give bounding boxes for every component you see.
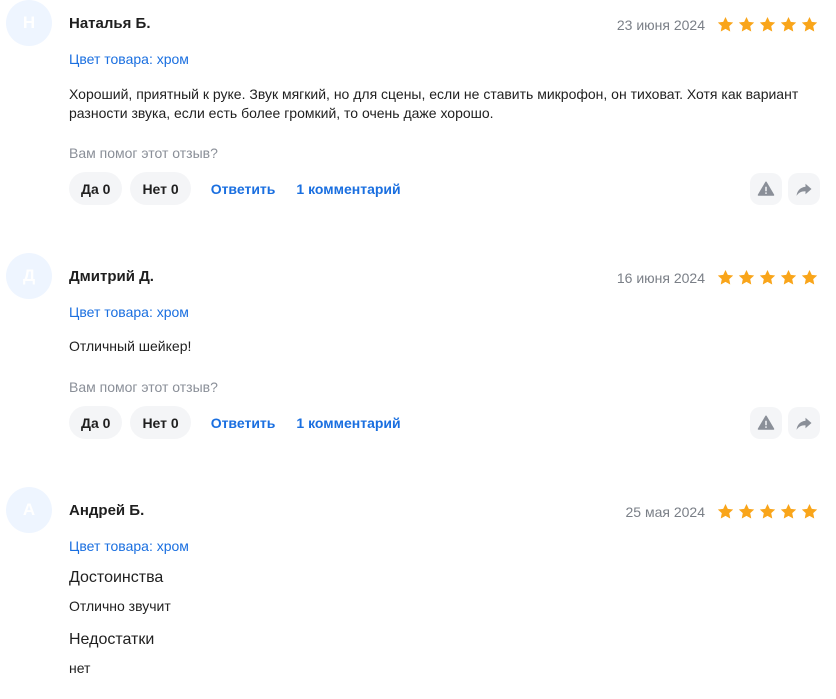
rating-stars: [716, 268, 819, 287]
star-icon: [759, 16, 776, 32]
product-color-link[interactable]: Цвет товара: хром: [69, 538, 189, 554]
star-icon: [717, 503, 734, 519]
star-icon: [717, 269, 734, 285]
star-icon: [780, 503, 797, 519]
share-icon: [796, 183, 812, 196]
avatar: Д: [6, 253, 52, 299]
star-icon: [780, 16, 797, 32]
star-icon: [759, 269, 776, 285]
product-color-link[interactable]: Цвет товара: хром: [69, 304, 189, 320]
star-icon: [717, 16, 734, 32]
share-button[interactable]: [788, 407, 820, 439]
vote-no-button[interactable]: Нет 0: [130, 406, 191, 439]
vote-no-button[interactable]: Нет 0: [130, 172, 191, 205]
cons-text: нет: [69, 660, 91, 676]
report-button[interactable]: [750, 407, 782, 439]
share-button[interactable]: [788, 173, 820, 205]
comments-link[interactable]: 1 комментарий: [296, 181, 400, 197]
report-button[interactable]: [750, 173, 782, 205]
review-text: Отличный шейкер!: [69, 338, 192, 354]
helpful-prompt: Вам помог этот отзыв?: [69, 379, 218, 395]
rating-stars: [716, 502, 819, 521]
avatar: Н: [6, 0, 52, 46]
avatar: А: [6, 487, 52, 533]
pros-title: Достоинства: [69, 569, 164, 586]
author-name: Дмитрий Д.: [69, 268, 154, 285]
star-icon: [738, 503, 755, 519]
rating-stars: [716, 15, 819, 34]
star-icon: [759, 503, 776, 519]
star-icon: [801, 16, 818, 32]
author-name: Наталья Б.: [69, 15, 151, 32]
review-actions: Да 0 Нет 0 Ответить 1 комментарий: [69, 406, 410, 439]
author-name: Андрей Б.: [69, 502, 145, 519]
star-icon: [738, 16, 755, 32]
helpful-prompt: Вам помог этот отзыв?: [69, 145, 218, 161]
product-color-link[interactable]: Цвет товара: хром: [69, 51, 189, 67]
cons-title: Недостатки: [69, 631, 155, 648]
share-icon: [796, 417, 812, 430]
comments-link[interactable]: 1 комментарий: [296, 415, 400, 431]
review-date: 16 июня 2024: [616, 270, 705, 286]
review-date: 23 июня 2024: [616, 17, 705, 33]
reply-button[interactable]: Ответить: [211, 415, 276, 431]
review-actions: Да 0 Нет 0 Ответить 1 комментарий: [69, 172, 410, 205]
star-icon: [738, 269, 755, 285]
star-icon: [780, 269, 797, 285]
star-icon: [801, 503, 818, 519]
review-date: 25 мая 2024: [625, 504, 706, 520]
vote-yes-button[interactable]: Да 0: [69, 172, 123, 205]
pros-text: Отлично звучит: [69, 598, 171, 614]
reply-button[interactable]: Ответить: [211, 181, 276, 197]
star-icon: [801, 269, 818, 285]
review-text: Хороший, приятный к руке. Звук мягкий, н…: [69, 86, 799, 121]
report-icon: [757, 181, 775, 196]
report-icon: [757, 415, 775, 430]
vote-yes-button[interactable]: Да 0: [69, 406, 123, 439]
